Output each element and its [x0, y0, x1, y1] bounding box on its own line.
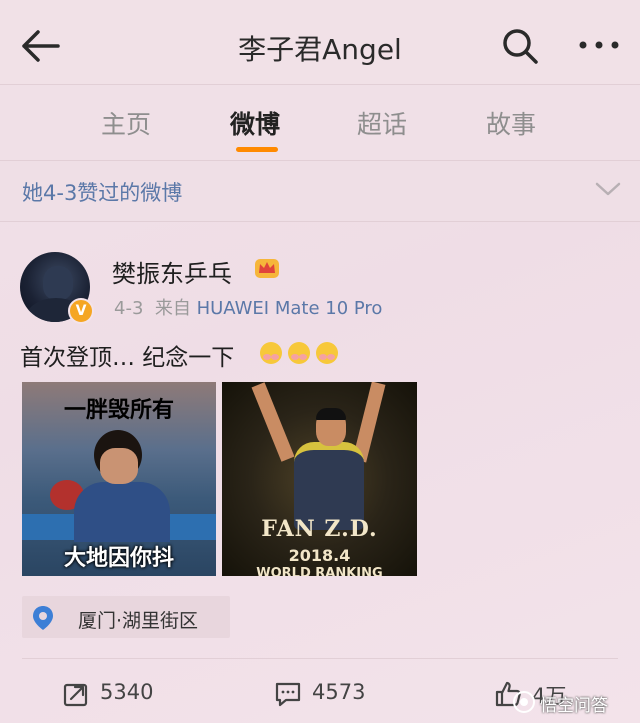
- location-pin-icon: [33, 606, 53, 630]
- repost-icon: [63, 683, 88, 707]
- comment-button[interactable]: 4573: [274, 678, 384, 710]
- tab-home[interactable]: 主页: [101, 105, 151, 141]
- post-date: 4-3: [114, 298, 144, 319]
- wukong-logo-icon: [513, 691, 535, 713]
- player-face: [100, 448, 138, 484]
- chevron-down-icon[interactable]: [594, 179, 622, 199]
- vip-crown-icon: [255, 259, 279, 278]
- page-title: 李子君Angel: [238, 33, 402, 66]
- player-arm-left: [251, 382, 295, 462]
- search-icon[interactable]: [498, 24, 542, 68]
- watermark-text: 悟空问答: [540, 696, 608, 716]
- post-text: 首次登顶… 纪念一下: [20, 345, 235, 371]
- meme-caption-bottom: 大地因你抖: [63, 546, 174, 571]
- location-text: 厦门·湖里街区: [78, 610, 199, 632]
- post-card: V 樊振东乒乓 4-3 来自 HUAWEI Mate 10 Pro 首次登顶… …: [0, 222, 640, 723]
- poster-name: FAN Z.D.: [261, 516, 378, 542]
- post-author-name[interactable]: 樊振东乒乓: [112, 254, 232, 289]
- action-divider: [22, 658, 618, 659]
- profile-tabs: 主页 微博 超话 故事: [0, 85, 640, 161]
- emoji-shy-icon: [260, 342, 338, 364]
- tab-stories[interactable]: 故事: [486, 105, 536, 141]
- post-image-2[interactable]: FAN Z.D. 2018.4 WORLD RANKING: [222, 382, 417, 576]
- avatar-face: [43, 266, 73, 300]
- verified-badge-icon: V: [68, 298, 94, 324]
- liked-filter-bar[interactable]: 她4-3赞过的微博: [0, 161, 640, 222]
- post-meta: 4-3 来自 HUAWEI Mate 10 Pro: [114, 294, 382, 320]
- post-source[interactable]: HUAWEI Mate 10 Pro: [197, 298, 383, 319]
- tab-weibo[interactable]: 微博: [230, 105, 280, 141]
- watermark: 悟空问答: [512, 688, 638, 718]
- player-body: [74, 482, 170, 542]
- active-tab-indicator: [236, 147, 278, 152]
- more-dots-icon[interactable]: [574, 30, 624, 60]
- liked-filter-label: 她4-3赞过的微博: [22, 181, 183, 205]
- post-source-prefix: 来自: [154, 298, 191, 319]
- poster-date: 2018.4: [288, 546, 351, 565]
- player-hair: [316, 408, 346, 420]
- repost-button[interactable]: 5340: [62, 678, 172, 710]
- comment-count: 4573: [312, 680, 366, 704]
- location-tag[interactable]: 厦门·湖里街区: [22, 596, 230, 638]
- comment-icon: [275, 682, 301, 707]
- poster-ranking-label: WORLD RANKING: [256, 566, 383, 576]
- post-image-1[interactable]: 一胖毁所有 大地因你抖: [22, 382, 216, 576]
- top-bar: 李子君Angel: [0, 0, 640, 85]
- meme-caption-top: 一胖毁所有: [63, 398, 174, 423]
- repost-count: 5340: [100, 680, 154, 704]
- tab-super-topic[interactable]: 超话: [357, 105, 407, 141]
